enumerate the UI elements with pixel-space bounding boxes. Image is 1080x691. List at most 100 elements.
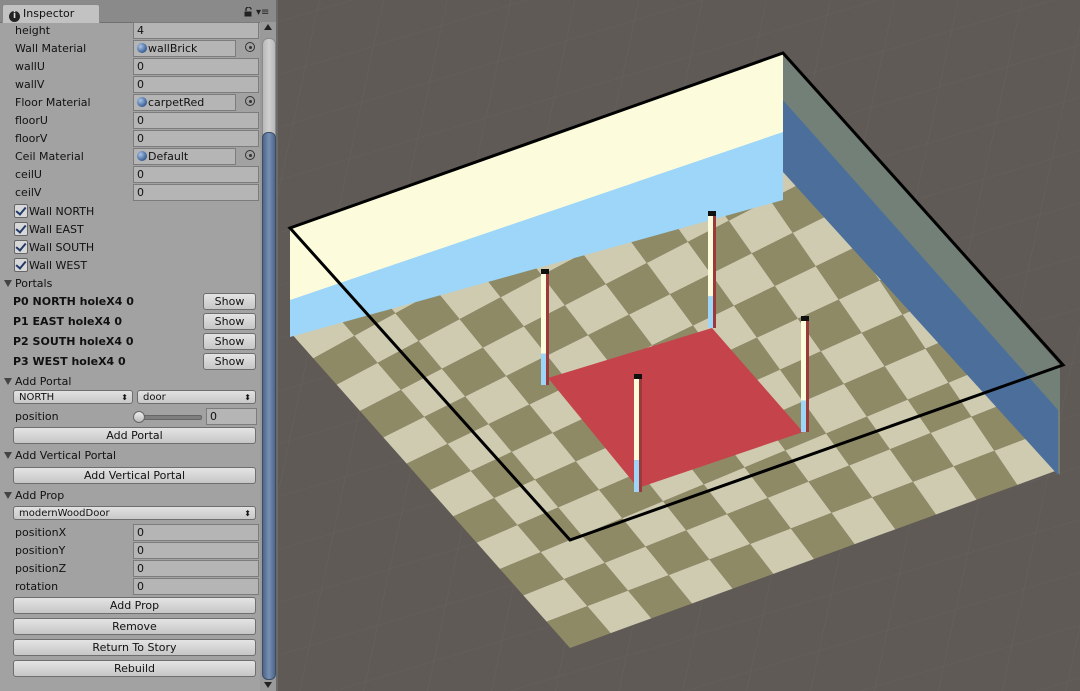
inspector-tab[interactable]: i Inspector xyxy=(2,4,100,23)
field-label: positionZ xyxy=(15,562,67,575)
ceilv-input[interactable]: 0 xyxy=(133,184,259,201)
show-portal-3-button[interactable]: Show xyxy=(203,353,256,370)
field-row-positionx: positionX 0 xyxy=(0,524,260,542)
pillar-brick-side xyxy=(639,378,642,492)
checkbox-checked[interactable] xyxy=(14,240,28,254)
field-label: floorU xyxy=(15,114,48,127)
dropdown-arrows-icon: ⬍ xyxy=(244,393,251,402)
foldout-label: Add Portal xyxy=(15,375,72,388)
foldout-label: Portals xyxy=(15,277,53,290)
show-portal-0-button[interactable]: Show xyxy=(203,293,256,310)
scroll-down-icon[interactable] xyxy=(264,682,272,688)
foldout-arrow-icon xyxy=(4,280,12,287)
field-label: rotation xyxy=(15,580,59,593)
object-picker-icon[interactable] xyxy=(245,96,255,106)
remove-button[interactable]: Remove xyxy=(13,618,256,635)
height-input[interactable]: 4 xyxy=(133,22,259,39)
field-row-floor-material: Floor Material carpetRed xyxy=(0,94,260,112)
field-label: Ceil Material xyxy=(15,150,84,163)
dropdown-arrows-icon: ⬍ xyxy=(121,393,128,402)
panel-menu-icon[interactable]: ▾≡ xyxy=(256,8,269,18)
field-row-positionz: positionZ 0 xyxy=(0,560,260,578)
add-portal-button[interactable]: Add Portal xyxy=(13,427,256,444)
add-portal-foldout[interactable]: Add Portal xyxy=(0,373,260,391)
scene-view[interactable] xyxy=(278,0,1080,691)
add-vertical-portal-foldout[interactable]: Add Vertical Portal xyxy=(0,447,260,465)
positiony-input[interactable]: 0 xyxy=(133,542,259,559)
positionx-input[interactable]: 0 xyxy=(133,524,259,541)
inspector-tab-label: Inspector xyxy=(23,7,75,20)
checkbox-checked[interactable] xyxy=(14,204,28,218)
prop-dropdown[interactable]: modernWoodDoor ⬍ xyxy=(13,506,256,520)
object-picker-icon[interactable] xyxy=(245,150,255,160)
field-label: ceilU xyxy=(15,168,42,181)
field-row-height: height 4 xyxy=(0,22,260,40)
portal-type-dropdown[interactable]: door ⬍ xyxy=(137,390,256,404)
portal-direction-dropdown[interactable]: NORTH ⬍ xyxy=(13,390,133,404)
field-row-rotation: rotation 0 xyxy=(0,578,260,596)
dropdown-value: NORTH xyxy=(19,392,55,403)
positionz-input[interactable]: 0 xyxy=(133,560,259,577)
checkbox-label: Wall WEST xyxy=(29,259,88,272)
field-label: positionY xyxy=(15,544,66,557)
return-to-story-button[interactable]: Return To Story xyxy=(13,639,256,656)
wall-material-field[interactable]: wallBrick xyxy=(133,40,236,57)
pillar-cap xyxy=(708,211,716,216)
field-label: Floor Material xyxy=(15,96,91,109)
checkbox-checked[interactable] xyxy=(14,258,28,272)
portal-label: P3 WEST holeX4 0 xyxy=(13,355,126,368)
wall-east-toggle[interactable]: Wall EAST xyxy=(0,221,260,239)
pillar-brick-side xyxy=(806,320,809,432)
wallu-input[interactable]: 0 xyxy=(133,58,259,75)
portals-foldout[interactable]: Portals xyxy=(0,275,260,293)
field-label: floorV xyxy=(15,132,48,145)
field-row-ceil-material: Ceil Material Default xyxy=(0,148,260,166)
foldout-arrow-icon xyxy=(4,378,12,385)
position-input[interactable]: 0 xyxy=(206,408,257,425)
material-icon xyxy=(137,151,147,161)
foldout-arrow-icon xyxy=(4,452,12,459)
show-portal-2-button[interactable]: Show xyxy=(203,333,256,350)
wall-north-toggle[interactable]: Wall NORTH xyxy=(0,203,260,221)
wall-west-toggle[interactable]: Wall WEST xyxy=(0,257,260,275)
portal-label: P1 EAST holeX4 0 xyxy=(13,315,123,328)
rebuild-button[interactable]: Rebuild xyxy=(13,660,256,677)
field-row-wall-material: Wall Material wallBrick xyxy=(0,40,260,58)
inspector-panel: i Inspector ▾≡ height 4 Wall Material wal… xyxy=(0,0,278,691)
lock-icon[interactable] xyxy=(244,7,253,17)
ceilu-input[interactable]: 0 xyxy=(133,166,259,183)
rotation-input[interactable]: 0 xyxy=(133,578,259,595)
dropdown-value: modernWoodDoor xyxy=(19,508,110,519)
foldout-arrow-icon xyxy=(4,492,12,499)
ceil-material-field[interactable]: Default xyxy=(133,148,236,165)
checkbox-checked[interactable] xyxy=(14,222,28,236)
add-vertical-portal-button[interactable]: Add Vertical Portal xyxy=(13,467,256,484)
floor-material-field[interactable]: carpetRed xyxy=(133,94,236,111)
field-label: height xyxy=(15,24,51,37)
portal-label: P2 SOUTH holeX4 0 xyxy=(13,335,134,348)
scroll-up-icon[interactable] xyxy=(264,24,272,30)
wallv-input[interactable]: 0 xyxy=(133,76,259,93)
field-label: wallV xyxy=(15,78,45,91)
wall-south-toggle[interactable]: Wall SOUTH xyxy=(0,239,260,257)
checkbox-label: Wall EAST xyxy=(29,223,84,236)
info-icon: i xyxy=(9,11,20,22)
field-row-positiony: positionY 0 xyxy=(0,542,260,560)
flooru-input[interactable]: 0 xyxy=(133,112,259,129)
add-prop-button[interactable]: Add Prop xyxy=(13,597,256,614)
portal-label: P0 NORTH holeX4 0 xyxy=(13,295,134,308)
show-portal-1-button[interactable]: Show xyxy=(203,313,256,330)
object-picker-icon[interactable] xyxy=(245,42,255,52)
add-prop-foldout[interactable]: Add Prop xyxy=(0,487,260,505)
floorv-input[interactable]: 0 xyxy=(133,130,259,147)
inspector-content: height 4 Wall Material wallBrick wallU 0… xyxy=(0,22,260,691)
inspector-scrollbar[interactable] xyxy=(260,22,276,691)
wall-material-value: wallBrick xyxy=(148,42,198,55)
field-row-flooru: floorU 0 xyxy=(0,112,260,130)
position-row: position 0 xyxy=(0,408,260,426)
position-slider-track[interactable] xyxy=(136,415,202,420)
scrollbar-thumb[interactable] xyxy=(262,132,276,680)
portal-row: P0 NORTH holeX4 0 Show xyxy=(0,293,260,311)
position-slider-thumb[interactable] xyxy=(133,411,145,423)
dropdown-arrows-icon: ⬍ xyxy=(244,509,251,518)
